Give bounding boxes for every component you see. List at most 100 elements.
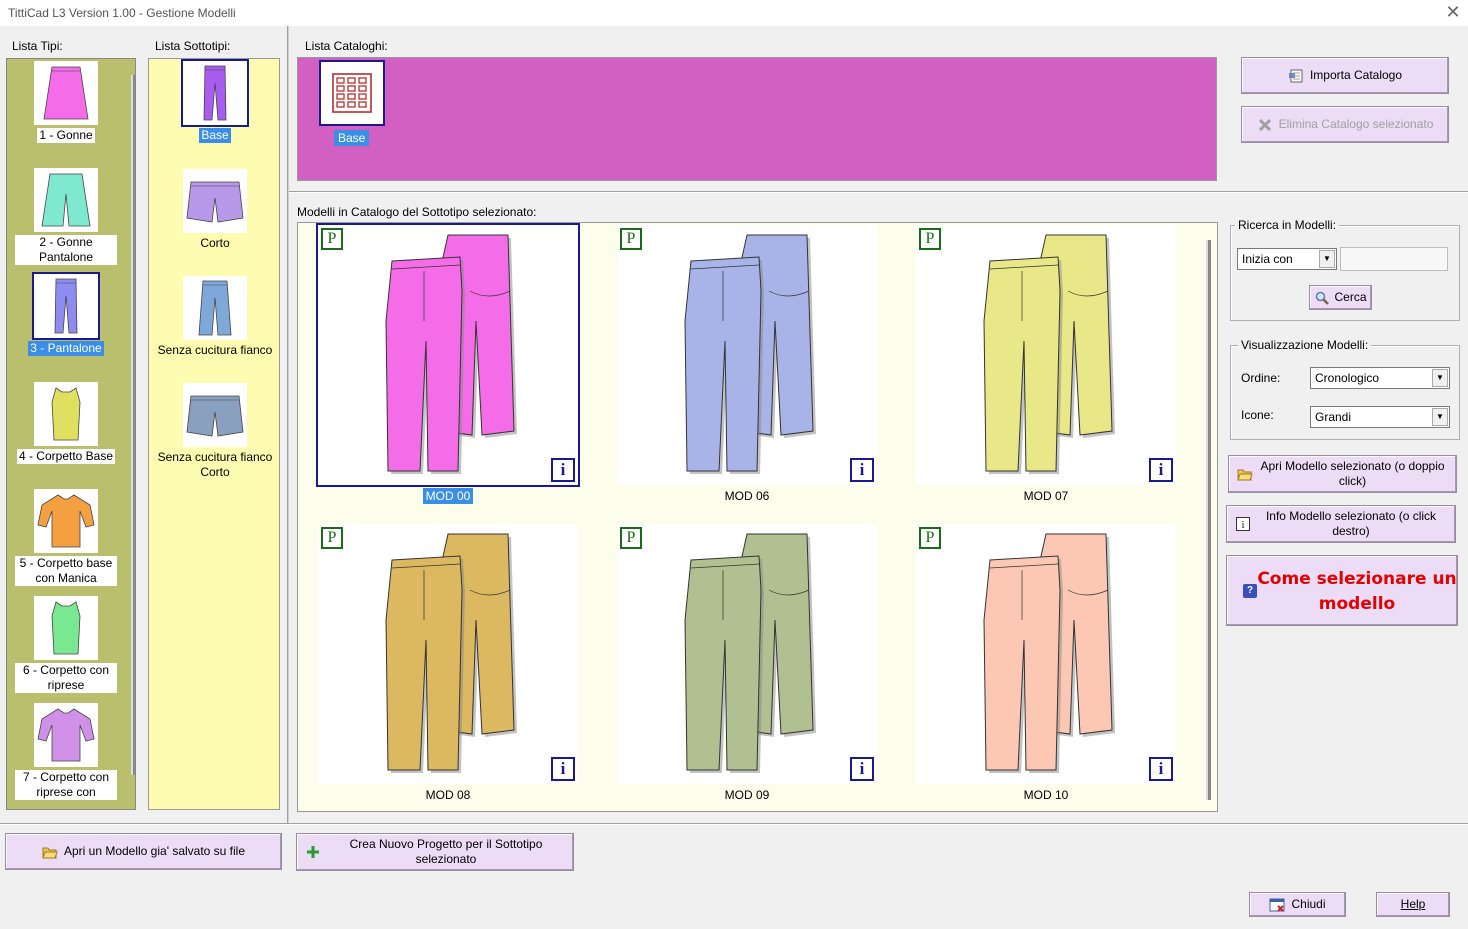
trousers-drawing (385, 234, 517, 474)
ricerca-mode-select[interactable]: Inizia con ▼ (1237, 248, 1337, 270)
model-card[interactable]: P i MOD 10 (916, 524, 1176, 811)
darted-bodice-icon (34, 596, 98, 660)
tipo-item[interactable]: 5 - Corpetto base con Manica (15, 489, 117, 586)
sottotipi-list-panel: Base Corto Senza cucitura fianco Senza c… (148, 58, 280, 810)
model-card[interactable]: P i MOD 08 (318, 524, 578, 811)
sottotipo-item[interactable]: Base (153, 59, 277, 143)
tipi-list: 1 - Gonne 2 - Gonne Pantalone 3 - Pantal… (7, 59, 127, 809)
importa-catalogo-label: Importa Catalogo (1309, 68, 1403, 82)
apri-modello-selezionato-button[interactable]: Apri Modello selezionato (o doppio click… (1228, 455, 1457, 493)
skirt-icon (34, 61, 98, 125)
ordine-value: Cronologico (1315, 371, 1380, 385)
vertical-divider (287, 26, 289, 824)
p-badge-icon: P (620, 228, 642, 250)
model-thumbnail[interactable]: P i (617, 524, 877, 784)
close-window-icon (1269, 897, 1285, 913)
info-icon: i (1235, 516, 1251, 532)
model-label: MOD 07 (1023, 489, 1069, 503)
come-selezionare-button[interactable]: ? Come selezionare un modello (1226, 555, 1458, 626)
icone-label: Icone: (1241, 408, 1274, 422)
p-badge-icon: P (321, 527, 343, 549)
icone-select[interactable]: Grandi ▼ (1310, 406, 1450, 428)
model-card[interactable]: P i MOD 09 (617, 524, 877, 811)
seamless-trousers-icon (183, 276, 247, 340)
tipo-item[interactable]: 2 - Gonne Pantalone (15, 168, 117, 265)
horizontal-divider (289, 191, 1468, 193)
model-card[interactable]: P i MOD 00 (316, 223, 580, 515)
ordine-select[interactable]: Cronologico ▼ (1310, 367, 1450, 389)
models-scrollbar[interactable] (1206, 240, 1211, 800)
tipo-item[interactable]: 1 - Gonne (15, 61, 117, 143)
import-icon (1288, 68, 1304, 84)
tipo-item[interactable]: 7 - Corpetto con riprese con (15, 703, 117, 800)
sottotipo-item[interactable]: Senza cucitura fianco Corto (153, 383, 277, 480)
tipo-item[interactable]: 6 - Corpetto con riprese (15, 596, 117, 693)
model-thumbnail[interactable]: P i (617, 225, 877, 485)
catalog-item-label[interactable]: Base (334, 130, 370, 146)
model-card[interactable]: P i MOD 06 (617, 225, 877, 515)
help-label: Help (1400, 897, 1426, 911)
bottom-divider (0, 823, 1468, 825)
lista-sottotipi-label: Lista Sottotipi: (155, 39, 231, 53)
trousers-drawing (983, 234, 1115, 474)
ricerca-mode-value: Inizia con (1242, 252, 1293, 266)
help-button[interactable]: Help (1376, 892, 1450, 917)
cerca-button[interactable]: Cerca (1309, 285, 1372, 310)
model-label: MOD 10 (1023, 788, 1069, 802)
info-icon[interactable]: i (850, 757, 874, 781)
plus-icon (305, 844, 321, 860)
apri-modello-file-label: Apri un Modello gia' salvato su file (63, 844, 246, 858)
crea-nuovo-progetto-button[interactable]: Crea Nuovo Progetto per il Sottotipo sel… (296, 833, 574, 871)
model-thumbnail[interactable]: P i (316, 223, 580, 487)
model-thumbnail[interactable]: P i (916, 524, 1176, 784)
model-label: MOD 00 (422, 488, 474, 504)
open-folder-icon (42, 844, 58, 860)
svg-text:i: i (1241, 519, 1244, 531)
model-label: MOD 06 (724, 489, 770, 503)
trousers-icon (32, 272, 100, 340)
elimina-catalogo-button[interactable]: Elimina Catalogo selezionato (1241, 106, 1449, 143)
catalog-item-base[interactable] (319, 60, 385, 126)
tipo-label: 3 - Pantalone (28, 341, 104, 356)
models-grid: P i MOD 00 P i MOD 06 P i MOD 07 P i MOD… (297, 222, 1218, 812)
sottotipo-label: Senza cucitura fianco Corto (157, 450, 273, 479)
sottotipo-label: Corto (200, 236, 230, 250)
info-modello-selezionato-label: Info Modello selezionato (o click destro… (1265, 509, 1437, 538)
model-thumbnail[interactable]: P i (318, 524, 578, 784)
lista-tipi-label: Lista Tipi: (12, 39, 63, 53)
sottotipo-label: Senza cucitura fianco (157, 343, 273, 357)
info-icon[interactable]: i (850, 458, 874, 482)
icone-value: Grandi (1315, 410, 1352, 424)
info-icon[interactable]: i (551, 757, 575, 781)
tipi-scrollbar[interactable] (131, 75, 136, 775)
info-icon[interactable]: i (1149, 458, 1173, 482)
tipo-label: 7 - Corpetto con riprese con (15, 770, 117, 800)
importa-catalogo-button[interactable]: Importa Catalogo (1241, 57, 1449, 94)
shorts-icon (183, 169, 247, 233)
p-badge-icon: P (620, 527, 642, 549)
ordine-label: Ordine: (1241, 371, 1281, 385)
window-title: TittiCad L3 Version 1.00 - Gestione Mode… (8, 6, 236, 20)
modelli-header: Modelli in Catalogo del Sottotipo selezi… (297, 205, 537, 219)
p-badge-icon: P (321, 228, 343, 250)
model-card[interactable]: P i MOD 07 (916, 225, 1176, 515)
open-folder-icon (1237, 466, 1253, 482)
tipo-item[interactable]: 3 - Pantalone (15, 272, 117, 356)
model-thumbnail[interactable]: P i (916, 225, 1176, 485)
catalog-strip: Base (297, 57, 1217, 181)
lista-cataloghi-label: Lista Cataloghi: (305, 39, 388, 53)
chiudi-button[interactable]: Chiudi (1249, 892, 1346, 917)
trousers-drawing (385, 533, 517, 773)
elimina-catalogo-label: Elimina Catalogo selezionato (1278, 117, 1434, 131)
info-icon[interactable]: i (551, 458, 575, 482)
tipo-item[interactable]: 4 - Corpetto Base (15, 382, 117, 464)
come-selezionare-label: Come selezionare un modello (1257, 569, 1457, 614)
close-icon[interactable]: ✕ (1444, 2, 1462, 22)
apri-modello-file-button[interactable]: Apri un Modello gia' salvato su file (5, 833, 282, 870)
ricerca-query-input[interactable] (1340, 247, 1448, 271)
sottotipo-item[interactable]: Corto (153, 169, 277, 251)
info-icon[interactable]: i (1149, 757, 1173, 781)
sottotipo-item[interactable]: Senza cucitura fianco (153, 276, 277, 358)
info-modello-selezionato-button[interactable]: i Info Modello selezionato (o click dest… (1226, 505, 1456, 543)
long-trousers-icon (181, 59, 249, 127)
